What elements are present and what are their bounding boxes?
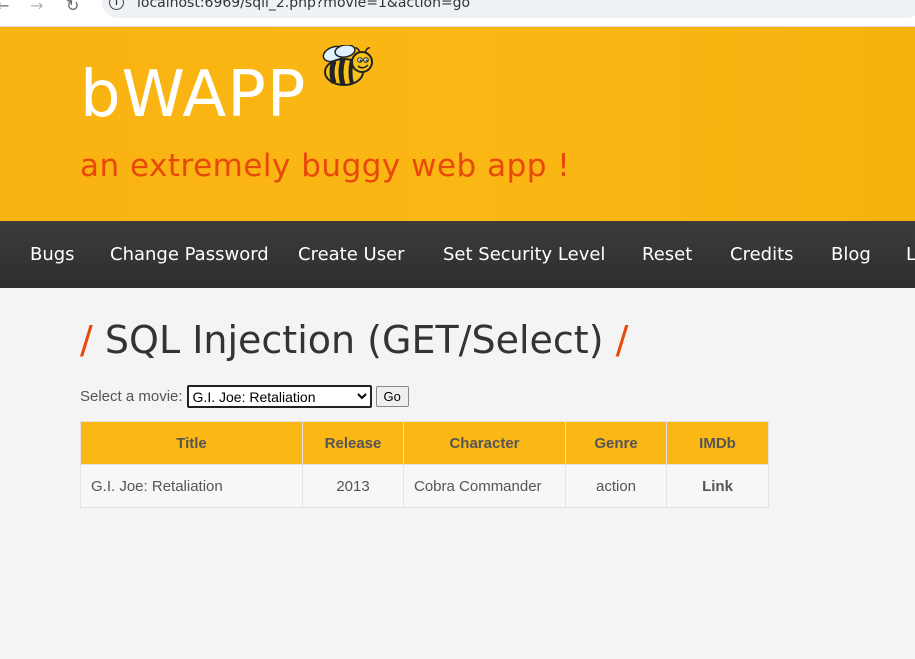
cell-genre: action <box>565 464 667 508</box>
movie-select[interactable]: G.I. Joe: Retaliation <box>186 385 372 408</box>
menu-item-change-password[interactable]: Change Password <box>110 244 269 265</box>
movie-select-label: Select a movie: <box>80 388 183 405</box>
reload-icon[interactable]: ↻ <box>66 0 79 15</box>
table-row: G.I. Joe: Retaliation 2013 Cobra Command… <box>80 464 769 508</box>
forward-arrow-icon[interactable]: → <box>30 0 43 15</box>
back-arrow-icon[interactable]: ← <box>0 0 9 15</box>
menu-item-logout[interactable]: L <box>906 244 915 265</box>
bee-icon <box>322 45 373 86</box>
menu-item-set-security-level[interactable]: Set Security Level <box>443 244 605 265</box>
table-header-row: Title Release Character Genre IMDb <box>80 421 769 465</box>
column-header-genre: Genre <box>565 421 667 465</box>
menu-item-bugs[interactable]: Bugs <box>30 244 75 265</box>
column-header-title: Title <box>80 421 303 465</box>
page-title-text: SQL Injection (GET/Select) <box>104 318 604 362</box>
menu-item-credits[interactable]: Credits <box>730 244 794 265</box>
site-header: bWAPP an extremely buggy web app ! <box>0 27 915 221</box>
menu-item-blog[interactable]: Blog <box>831 244 871 265</box>
movie-select-form: Select a movie: G.I. Joe: Retaliation Go <box>80 385 409 408</box>
imdb-link[interactable]: Link <box>666 464 769 508</box>
title-slash-left: / <box>80 318 93 362</box>
menu-item-create-user[interactable]: Create User <box>298 244 405 265</box>
cell-title: G.I. Joe: Retaliation <box>80 464 303 508</box>
cell-release: 2013 <box>302 464 404 508</box>
site-logo[interactable]: bWAPP <box>80 63 306 127</box>
address-bar-url[interactable]: localhost:6969/sqli_2.php?movie=1&action… <box>137 0 470 11</box>
browser-toolbar: ← → ↻ i localhost:6969/sqli_2.php?movie=… <box>0 0 915 27</box>
cell-character: Cobra Commander <box>403 464 566 508</box>
column-header-imdb: IMDb <box>666 421 769 465</box>
menu-item-reset[interactable]: Reset <box>642 244 692 265</box>
column-header-release: Release <box>302 421 404 465</box>
column-header-character: Character <box>403 421 566 465</box>
title-slash-right: / <box>615 318 629 362</box>
movie-results-table: Title Release Character Genre IMDb G.I. … <box>80 421 769 508</box>
site-tagline: an extremely buggy web app ! <box>80 148 571 184</box>
page-title: / SQL Injection (GET/Select) / <box>80 318 628 362</box>
main-menu: Bugs Change Password Create User Set Sec… <box>0 221 915 288</box>
go-button[interactable]: Go <box>375 386 409 407</box>
